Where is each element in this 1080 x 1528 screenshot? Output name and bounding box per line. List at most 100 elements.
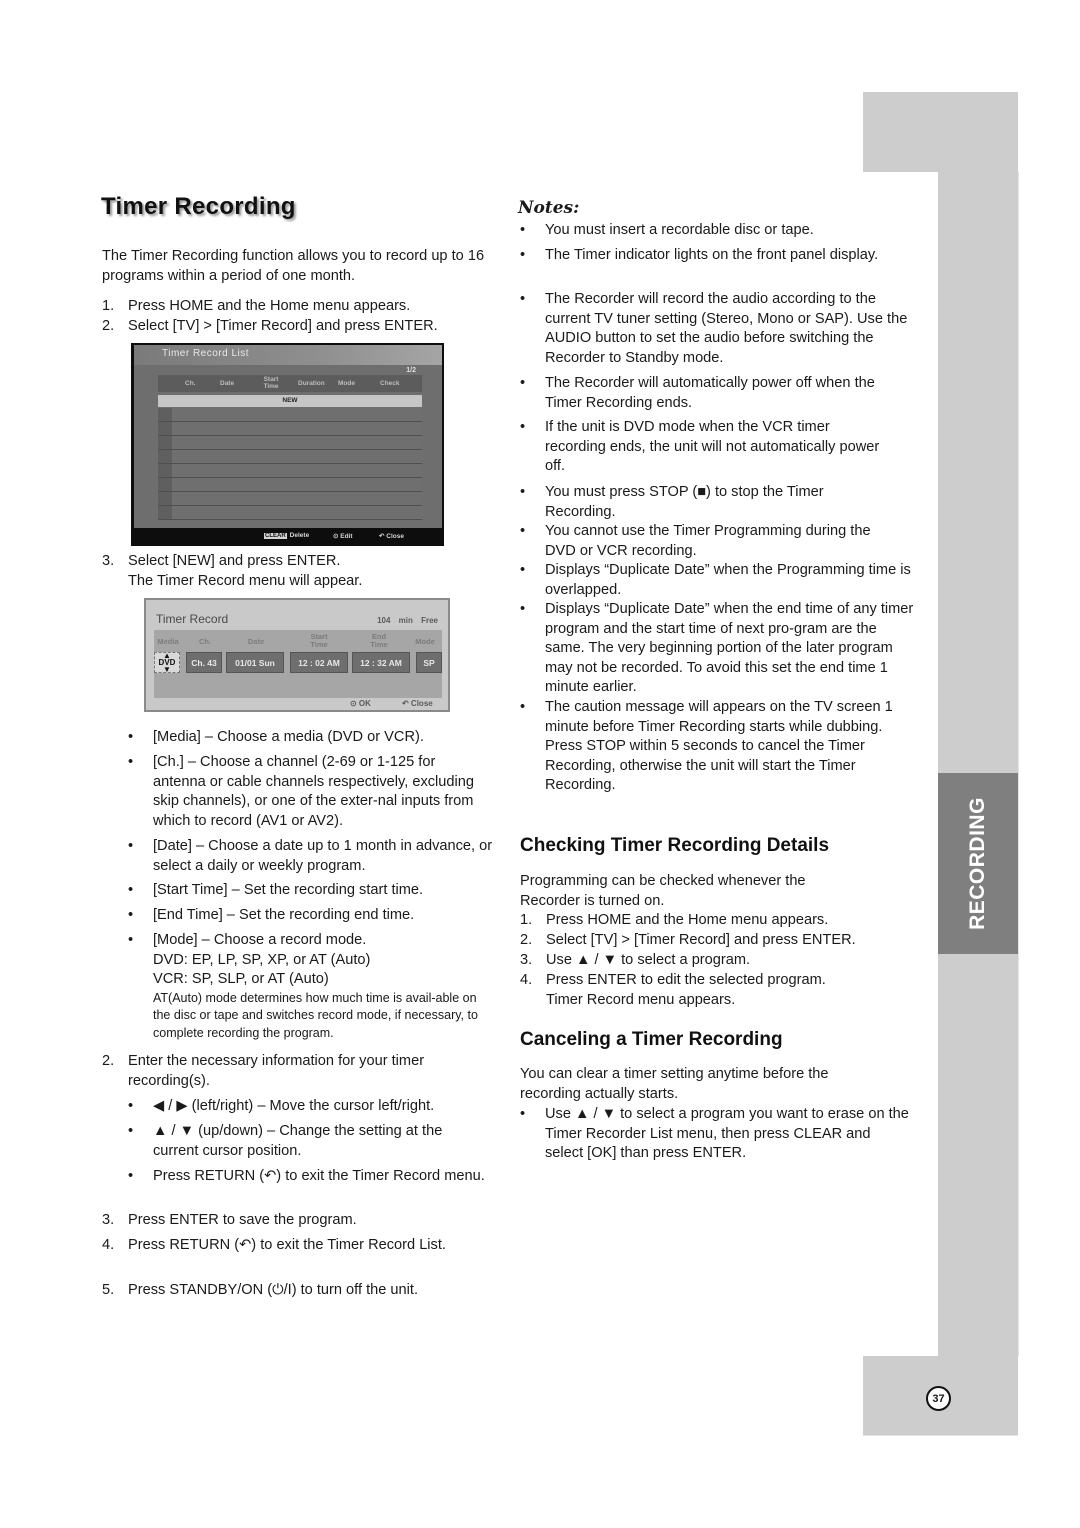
end-time-field[interactable]: 12 : 32 AM: [352, 652, 410, 673]
mode-field[interactable]: SP: [416, 652, 442, 673]
program-row[interactable]: [158, 506, 422, 520]
new-program-row[interactable]: NEW: [158, 395, 422, 407]
bullet-dot: •: [128, 882, 134, 898]
step-text: Press ENTER to edit the selected program…: [546, 972, 826, 1008]
bullet-text: ◀ / ▶ (left/right) – Move the cursor lef…: [153, 1098, 435, 1114]
program-row[interactable]: [158, 478, 422, 492]
step-number: 2.: [520, 932, 533, 948]
step-text: Select [NEW] and press ENTER.: [128, 553, 341, 569]
step-number: 1.: [520, 912, 533, 928]
bullet-dot: •: [520, 1106, 526, 1122]
start-time-field[interactable]: 12 : 02 AM: [290, 652, 348, 673]
screen-frame: Timer Record List 1/2 Ch. Date Start Tim…: [134, 345, 442, 528]
step-text: Press STANDBY/ON (⏻/I) to turn off the u…: [128, 1282, 419, 1298]
step-number: 3.: [102, 1212, 115, 1228]
mode-note: AT(Auto) mode determines how much time i…: [153, 990, 478, 1040]
step-number: 2.: [102, 1053, 115, 1069]
bullet-dot: •: [520, 375, 526, 391]
note-text: The Timer indicator lights on the front …: [545, 247, 879, 263]
column-headers: Ch. Date Start Time Duration Mode Check: [158, 375, 422, 392]
step-text: Enter the necessary information for your…: [128, 1053, 425, 1089]
bullet-text: Use ▲ / ▼ to select a program you want t…: [545, 1106, 909, 1162]
page-number: 37: [926, 1386, 951, 1411]
checking-intro: Programming can be checked whenever the …: [520, 873, 806, 909]
note-text: Displays “Duplicate Date” when the Progr…: [545, 562, 911, 598]
date-field[interactable]: 01/01 Sun: [226, 652, 284, 673]
delete-button[interactable]: CLEAR Delete: [264, 532, 309, 539]
column-header: Duration: [298, 380, 325, 387]
bullet-dot: •: [520, 523, 526, 539]
close-button[interactable]: ↶ Close: [379, 532, 404, 540]
step-number: 3.: [520, 952, 533, 968]
bullet-dot: •: [128, 838, 134, 854]
mode-line: [Mode] – Choose a record mode.: [153, 932, 367, 948]
bullet-dot: •: [520, 419, 526, 435]
side-tab-top-block: [863, 92, 1018, 172]
note-text: You cannot use the Timer Programming dur…: [545, 523, 871, 559]
program-row[interactable]: [158, 422, 422, 436]
close-button[interactable]: ↶ Close: [402, 699, 433, 708]
step-text: Use ▲ / ▼ to select a program.: [546, 952, 751, 968]
canceling-intro: You can clear a timer setting anytime be…: [520, 1066, 829, 1102]
bullet-dot: •: [128, 1123, 134, 1139]
ok-button[interactable]: ⊙ OK: [350, 699, 371, 708]
step-text: Press HOME and the Home menu appears.: [128, 298, 411, 314]
note-text: Displays “Duplicate Date” when the end t…: [545, 601, 914, 696]
column-header: Date: [220, 380, 235, 387]
field-label: Date: [247, 637, 265, 646]
program-row[interactable]: [158, 408, 422, 422]
bullet-dot: •: [520, 222, 526, 238]
canceling-heading: Canceling a Timer Recording: [520, 1029, 783, 1050]
bullet-dot: •: [128, 932, 134, 948]
step-number: 4.: [520, 972, 533, 988]
field-label: Ch.: [198, 637, 212, 646]
bullet-dot: •: [128, 729, 134, 745]
bullet-text: ▲ / ▼ (up/down) – Change the setting at …: [153, 1123, 443, 1159]
timer-record-list-screenshot: Timer Record List 1/2 Ch. Date Start Tim…: [131, 343, 444, 546]
bullet-dot: •: [520, 484, 526, 500]
field-label: Mode: [415, 637, 435, 646]
bullet-text: Press RETURN (↶) to exit the Timer Recor…: [153, 1168, 485, 1184]
mode-vcr-line: VCR: SP, SLP, or AT (Auto): [153, 971, 329, 988]
bullet-text: [Start Time] – Set the recording start t…: [153, 882, 424, 898]
free-space: 104 min Free: [377, 616, 438, 625]
channel-field[interactable]: Ch. 43: [186, 652, 222, 673]
step-text: Select [TV] > [Timer Record] and press E…: [546, 932, 856, 948]
edit-button[interactable]: ⊙ Edit: [333, 532, 353, 540]
bullet-dot: •: [128, 907, 134, 923]
screen-title: Timer Record: [156, 612, 229, 626]
program-row[interactable]: [158, 464, 422, 478]
note-text: The caution message will appears on the …: [545, 699, 893, 794]
media-selector[interactable]: ▲ DVD ▼: [154, 652, 180, 674]
step-text: Select [TV] > [Timer Record] and press E…: [128, 318, 438, 334]
field-label: End Time: [370, 632, 388, 649]
step-text: Press ENTER to save the program.: [128, 1212, 357, 1228]
bullet-dot: •: [520, 247, 526, 263]
step-number: 1.: [102, 298, 115, 314]
column-header: Mode: [338, 380, 355, 387]
step-number: 3.: [102, 553, 115, 569]
page-indicator: 1/2: [406, 367, 416, 374]
mode-dvd-line: DVD: EP, LP, SP, XP, or AT (Auto): [153, 951, 371, 968]
bullet-text: [Date] – Choose a date up to 1 month in …: [153, 838, 493, 874]
checking-heading: Checking Timer Recording Details: [520, 835, 830, 856]
program-row[interactable]: [158, 450, 422, 464]
field-label: Start Time: [310, 632, 328, 649]
column-header: Ch.: [185, 380, 196, 387]
delete-label: Delete: [289, 532, 310, 539]
bullet-text: [End Time] – Set the recording end time.: [153, 907, 415, 923]
section-tab-label: RECORDING: [966, 797, 989, 930]
page-title: Timer Recording: [101, 193, 296, 220]
note-text: You must press STOP (■) to stop the Time…: [545, 484, 824, 520]
note-text: You must insert a recordable disc or tap…: [545, 222, 814, 238]
program-row[interactable]: [158, 436, 422, 450]
screen-header: Timer Record List: [134, 345, 442, 365]
clear-key-icon: CLEAR: [264, 533, 287, 539]
note-text: If the unit is DVD mode when the VCR tim…: [545, 419, 880, 475]
program-row[interactable]: [158, 492, 422, 506]
step-subtext: The Timer Record menu will appear.: [128, 572, 363, 589]
bullet-dot: •: [128, 1168, 134, 1184]
bullet-dot: •: [520, 562, 526, 578]
down-arrow-icon: ▼: [163, 665, 171, 674]
side-tab-strip: [938, 172, 1019, 1356]
